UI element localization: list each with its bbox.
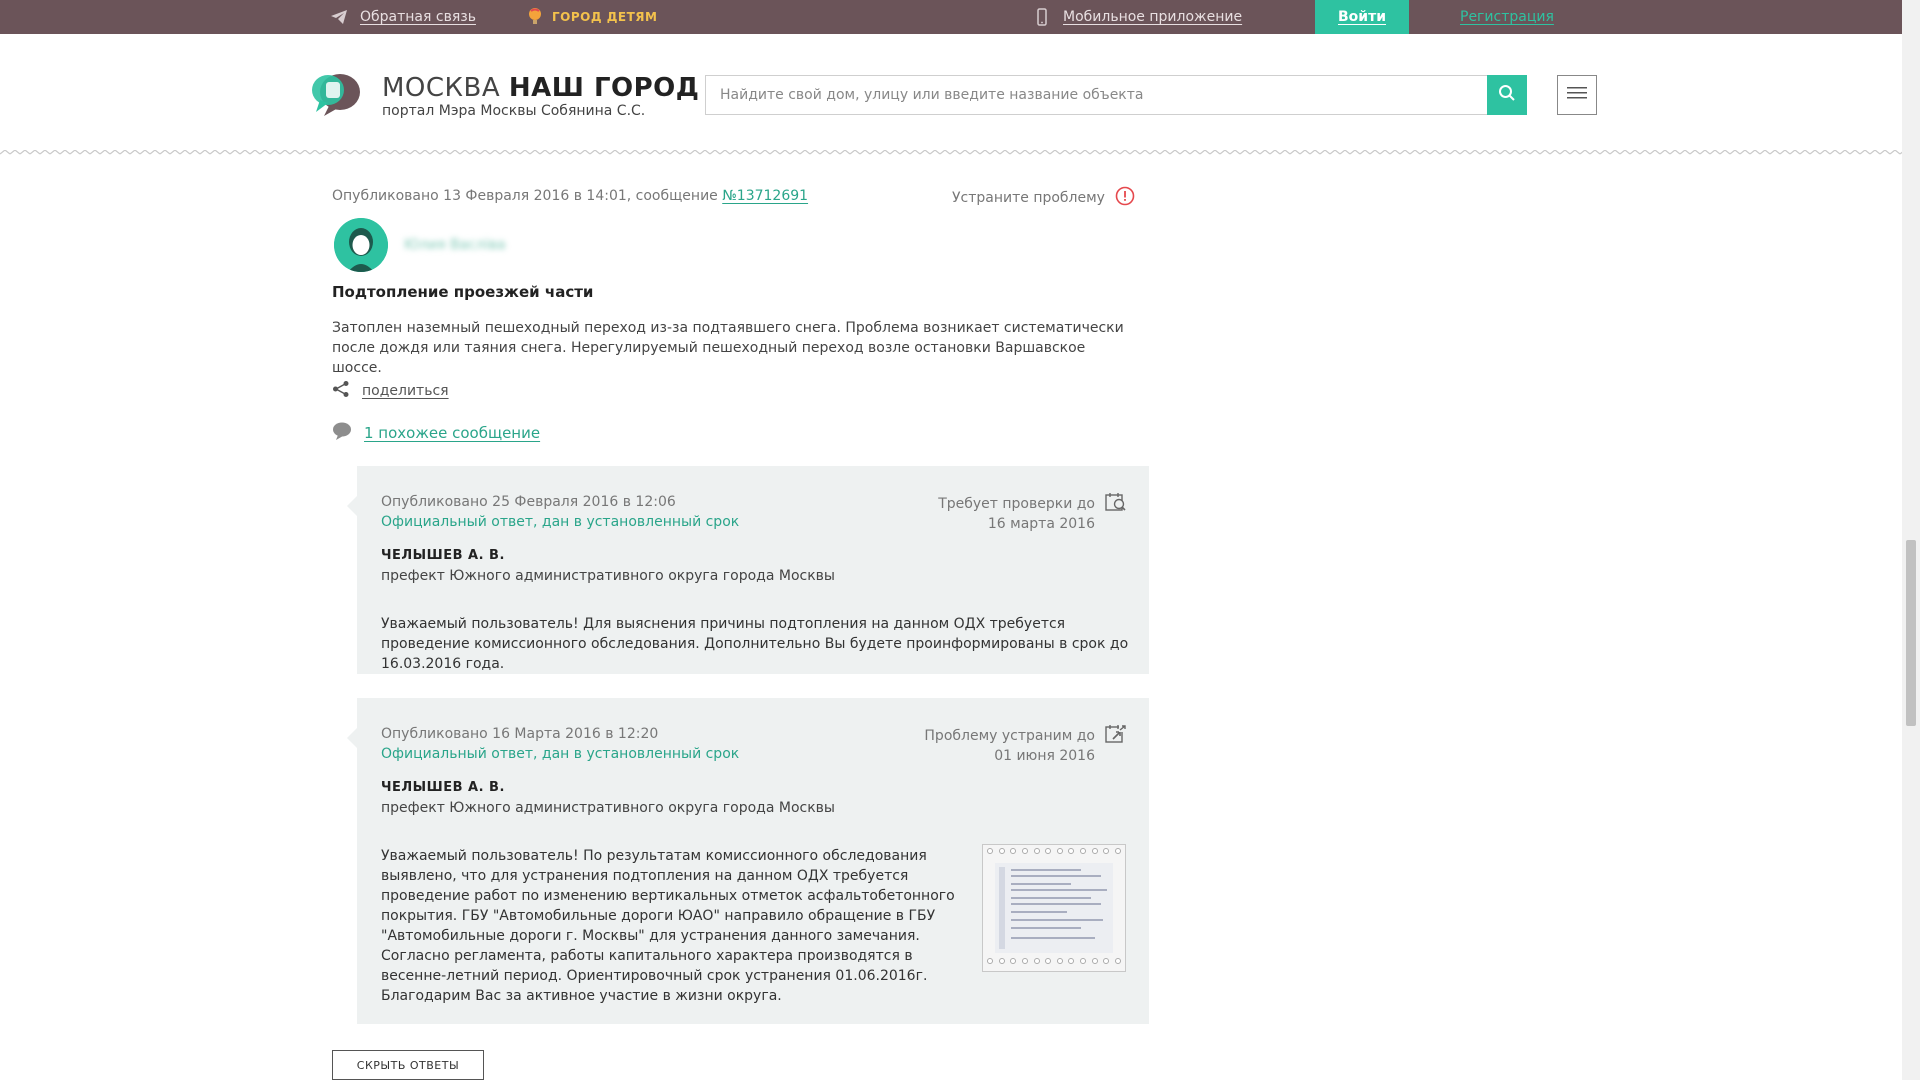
answer-author: ЧЕЛЫШЕВ А. В. [381,780,505,795]
answer-author: ЧЕЛЫШЕВ А. В. [381,548,505,563]
comment-bubble-icon [332,422,352,444]
answer-author-role: префект Южного административного округа … [381,800,835,816]
answer-text: Уважаемый пользователь! По результатам к… [381,848,955,1004]
official-answer: Опубликовано 16 Марта 2016 в 12:20 Офици… [347,698,1149,1024]
answer-author-role: префект Южного административного округа … [381,568,835,584]
search-button[interactable] [1487,75,1527,115]
answer-deadline: Требует проверки до 16 марта 2016 [938,496,1095,532]
calendar-arrow-icon [1105,724,1127,748]
search-bar [705,75,1527,115]
search-input[interactable] [706,76,1487,114]
share-icon [332,380,350,402]
document-preview-image [995,863,1113,953]
answer-deadline: Проблему устраним до 01 июня 2016 [924,728,1095,764]
similar-messages-link[interactable]: 1 похожее сообщение [332,422,540,444]
post-author[interactable]: Юлия Васліва [334,218,506,272]
logo-subtitle: портал Мэра Москвы Собянина С.С. [382,103,646,119]
paper-plane-icon [330,9,348,25]
hide-answers-button[interactable]: СКРЫТЬ ОТВЕТЫ [332,1050,484,1080]
scrollbar[interactable] [1902,0,1920,1080]
film-holes [987,848,1121,858]
answer-published: Опубликовано 16 Марта 2016 в 12:20 [381,726,659,742]
share-link[interactable]: поделиться [332,380,449,402]
fix-problem-status: Устраните проблему [952,186,1135,210]
calendar-check-icon [1105,492,1127,516]
register-link[interactable]: Регистрация [1460,0,1554,34]
search-icon [1498,84,1516,106]
feedback-link[interactable]: Обратная связь [330,0,476,34]
post-title: Подтопление проезжей части [332,283,594,301]
post-meta: Опубликовано 13 Февраля 2016 в 14:01, со… [332,188,809,204]
balloon-icon [528,8,542,26]
logo-title: МОСКВА НАШ ГОРОД [382,73,700,103]
header-zigzag-edge [0,150,1902,158]
smartphone-icon [1037,8,1047,26]
author-name: Юлия Васліва [404,237,506,253]
official-answer: Опубликовано 25 Февраля 2016 в 12:06 Офи… [347,466,1149,674]
post-body: Затоплен наземный пешеходный переход из-… [332,320,1124,376]
exclamation-circle-icon [1115,186,1135,210]
top-bar: Обратная связь ГОРОД ДЕТЯМ Мобильное при… [0,0,1920,34]
message-number-link[interactable]: №13712691 [722,188,808,204]
avatar [334,218,388,272]
answer-status: Официальный ответ, дан в установленный с… [381,514,740,530]
city-for-kids-link[interactable]: ГОРОД ДЕТЯМ [528,0,657,34]
film-holes [987,958,1121,968]
login-button[interactable]: Войти [1315,0,1409,34]
answer-published: Опубликовано 25 Февраля 2016 в 12:06 [381,494,676,510]
document-attachment-thumbnail[interactable] [982,844,1126,972]
answer-status: Официальный ответ, дан в установленный с… [381,746,740,762]
mobile-app-link[interactable]: Мобильное приложение [1037,0,1242,34]
speech-bubbles-logo-icon [310,72,362,122]
site-logo[interactable]: МОСКВА НАШ ГОРОД портал Мэра Москвы Собя… [310,72,699,122]
scrollbar-thumb[interactable] [1906,540,1916,726]
answer-text: Уважаемый пользователь! Для выяснения пр… [381,616,1129,672]
hamburger-icon [1567,86,1587,104]
menu-button[interactable] [1557,75,1597,115]
